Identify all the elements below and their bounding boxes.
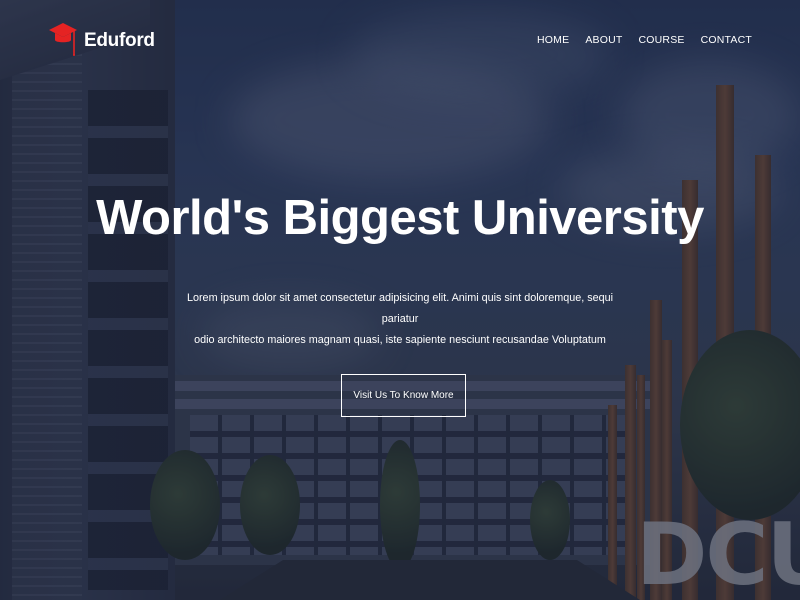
graduation-cap-icon — [48, 20, 78, 61]
hero-lead: Lorem ipsum dolor sit amet consectetur a… — [180, 288, 620, 351]
hero-section: DCU Eduford HOME ABOUT COURSE CONTACT Wo… — [0, 0, 800, 600]
nav-item-contact[interactable]: CONTACT — [701, 34, 752, 46]
main-nav: HOME ABOUT COURSE CONTACT — [537, 34, 752, 46]
hero-title: World's Biggest University — [96, 191, 704, 245]
hero-lead-line: Lorem ipsum dolor sit amet consectetur a… — [186, 292, 614, 325]
hero-lead-line: odio architecto maiores magnam quasi, is… — [194, 334, 606, 346]
brand-name: Eduford — [84, 29, 155, 51]
nav-item-about[interactable]: ABOUT — [585, 34, 622, 46]
nav-item-course[interactable]: COURSE — [639, 34, 685, 46]
visit-us-button[interactable]: Visit Us To Know More — [341, 374, 466, 417]
nav-item-home[interactable]: HOME — [537, 34, 569, 46]
brand-logo[interactable]: Eduford — [48, 20, 155, 61]
